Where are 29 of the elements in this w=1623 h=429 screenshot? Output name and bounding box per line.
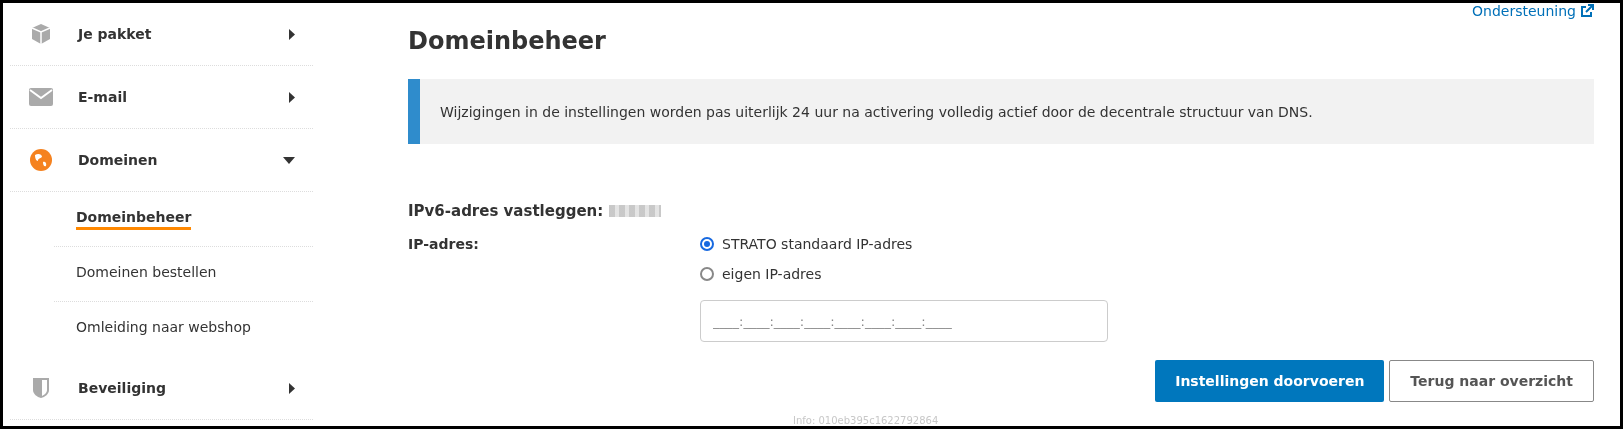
support-link[interactable]: Ondersteuning	[1472, 3, 1594, 19]
radio-label[interactable]: STRATO standaard IP-adres	[722, 236, 913, 252]
external-link-icon	[1580, 4, 1594, 18]
back-button[interactable]: Terug naar overzicht	[1389, 360, 1594, 402]
ip-address-field[interactable]: ____:____:____:____:____:____:____:____	[700, 300, 1108, 342]
caret-down-icon	[283, 156, 295, 164]
sidebar-subitem[interactable]: Domeinbeheer	[76, 208, 192, 230]
caret-right-icon	[289, 28, 295, 40]
shield-icon	[32, 377, 50, 399]
cube-icon	[30, 23, 52, 45]
sidebar-item[interactable]: Beveiliging	[10, 357, 313, 420]
sidebar-subitem[interactable]: Domeinen bestellen	[76, 263, 217, 285]
sidebar-item[interactable]: Domeinen	[10, 129, 313, 192]
radio-button[interactable]	[700, 267, 714, 281]
sidebar-item[interactable]: E-mail	[10, 66, 313, 129]
section-heading: IPv6-adres vastleggen:	[408, 202, 604, 220]
caret-right-icon	[289, 91, 295, 103]
globe-icon	[30, 149, 52, 171]
page-title: Domeinbeheer	[408, 27, 607, 55]
radio-button[interactable]	[700, 237, 714, 251]
field-label: IP-adres:	[408, 236, 480, 254]
sidebar-subitem[interactable]: Omleiding naar webshop	[76, 319, 251, 340]
notice-text: Wijzigingen in de instellingen worden pas uiterlijk 24 uur na activering volledig actief door de decentrale structuur van DNS.	[440, 103, 1313, 120]
redacted-domain	[609, 205, 662, 217]
radio-label[interactable]: eigen IP-adres	[722, 266, 822, 282]
sidebar-item[interactable]: Je pakket	[10, 3, 313, 66]
apply-button[interactable]: Instellingen doorvoeren	[1155, 360, 1385, 402]
caret-right-icon	[289, 382, 295, 394]
envelope-icon	[29, 88, 53, 106]
